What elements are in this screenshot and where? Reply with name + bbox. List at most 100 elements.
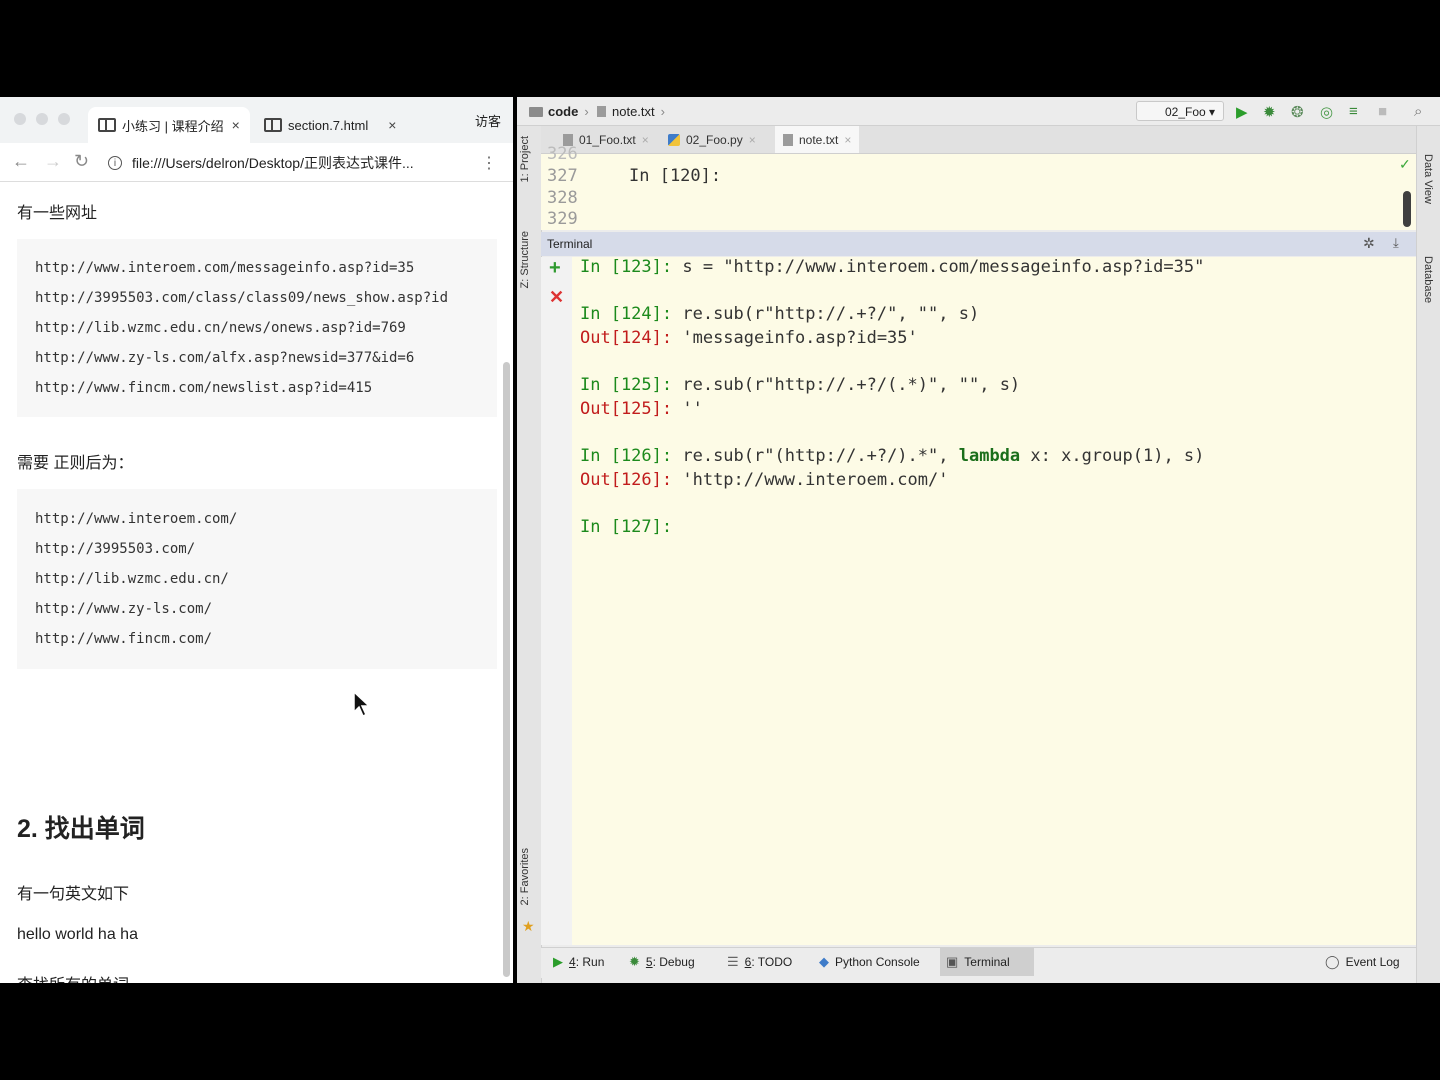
string-literal: r"http://.+?/(.*)" — [754, 375, 939, 395]
output-value: 'http://www.interoem.com/' — [672, 470, 949, 490]
tool-key: 4 — [569, 955, 576, 969]
tab-label: 小练习 | 课程介绍 — [122, 118, 224, 134]
code-text: re.sub( — [672, 375, 755, 395]
editor-tab-label: 02_Foo.py — [686, 132, 743, 147]
tab-close-icon[interactable]: × — [749, 133, 756, 147]
code-line: http://www.interoem.com/ — [35, 511, 238, 527]
concurrency-icon[interactable]: ≡ — [1349, 103, 1358, 120]
run-icon[interactable]: ▶ — [1236, 103, 1248, 121]
window-zoom-control[interactable] — [58, 113, 70, 125]
tab-close-button[interactable]: × — [232, 117, 240, 133]
tool-window-database[interactable]: Database — [1422, 256, 1434, 303]
bug-icon: ✹ — [629, 954, 640, 969]
breadcrumb-label: code — [548, 104, 579, 119]
reload-icon[interactable]: ↻ — [74, 151, 89, 172]
tab-close-button[interactable]: × — [388, 117, 396, 133]
run-icon: ▶ — [553, 954, 563, 969]
search-icon[interactable]: ⌕ — [1414, 103, 1422, 120]
url-code-block: http://www.interoem.com/messageinfo.asp?… — [17, 239, 497, 417]
breadcrumb-note[interactable]: note.txt › — [597, 104, 665, 119]
string-literal: "" — [958, 375, 980, 395]
forward-arrow-icon[interactable]: → — [44, 151, 62, 172]
todo-tool-button[interactable]: ☰ 6: TODO — [721, 948, 798, 976]
sentence-text: hello world ha ha — [17, 926, 138, 943]
editor-code-line: In [120]: — [629, 166, 722, 186]
star-icon: ★ — [522, 918, 535, 934]
tab-close-icon[interactable]: × — [844, 133, 851, 147]
coverage-icon[interactable]: ❂ — [1291, 103, 1304, 121]
out-prompt: Out[126]: — [580, 470, 673, 490]
tool-label: : Debug — [652, 955, 695, 969]
tool-label: Event Log — [1345, 955, 1400, 969]
editor-scrollbar[interactable] — [1403, 191, 1411, 227]
tool-label: : Run — [575, 955, 605, 969]
folder-icon — [529, 106, 543, 117]
text-file-icon — [783, 133, 793, 146]
window-close-control[interactable] — [14, 113, 26, 125]
code-line: http://3995503.com/ — [35, 541, 196, 557]
address-bar[interactable]: i file:///Users/delron/Desktop/正则表达式课件..… — [108, 153, 414, 173]
terminal-line: Out[125]: '' — [580, 399, 703, 419]
python-console-tool-button[interactable]: ◆ Python Console — [813, 948, 926, 976]
window-minimize-control[interactable] — [36, 113, 48, 125]
line-number: 327 — [547, 166, 578, 186]
event-log-button[interactable]: ◯ Event Log — [1319, 948, 1406, 976]
run-configuration-select[interactable]: 02_Foo ▾ — [1136, 101, 1224, 121]
code-text: s = — [672, 257, 724, 277]
breadcrumb-code[interactable]: code › — [529, 104, 589, 119]
tool-window-favorites[interactable]: 2: Favorites — [519, 848, 531, 905]
ide-window: code › note.txt › 02_Foo ▾ ▶ ✹ ❂ ◎ ≡ ■ ⌕… — [517, 97, 1440, 983]
back-arrow-icon[interactable]: ← — [12, 151, 30, 172]
in-prompt: In [124]: — [580, 304, 673, 324]
line-number: 326 — [547, 144, 578, 164]
terminal-output[interactable]: In [123]: s = "http://www.interoem.com/m… — [572, 257, 1416, 945]
kebab-menu-icon[interactable]: ⋮ — [481, 153, 497, 173]
tool-window-structure[interactable]: Z: Structure — [519, 231, 531, 288]
tool-key: 6 — [744, 955, 752, 969]
stop-icon[interactable]: ■ — [1378, 103, 1387, 120]
debug-bug-icon[interactable]: ✹ — [1263, 103, 1276, 121]
terminal-line: In [126]: re.sub(r"(http://.+?/).*", lam… — [580, 446, 1204, 466]
terminal-title: Terminal — [547, 237, 593, 251]
text-editor[interactable]: 326 327 328 329 In [120]: ✓ — [541, 144, 1416, 230]
code-text: re.sub( — [672, 304, 755, 324]
run-tool-button[interactable]: ▶ 4: Run — [547, 948, 610, 976]
debug-tool-button[interactable]: ✹ 5: Debug — [623, 948, 701, 976]
info-icon[interactable]: i — [108, 156, 122, 170]
code-text: , s) — [979, 375, 1021, 395]
todo-list-icon: ☰ — [727, 954, 739, 969]
tool-window-data-view[interactable]: Data View — [1422, 154, 1434, 204]
string-literal: "http://www.interoem.com/messageinfo.asp… — [723, 257, 1205, 277]
gear-icon[interactable]: ✲ — [1363, 235, 1375, 252]
left-tool-strip: 1: Project Z: Structure 2: Favorites ★ — [517, 126, 542, 983]
book-icon — [264, 118, 282, 132]
string-literal: r"(http://.+?/).*" — [754, 446, 939, 466]
in-prompt: In [123]: — [580, 257, 673, 277]
tool-window-project[interactable]: 1: Project — [519, 136, 531, 182]
browser-tab-section[interactable]: section.7.html × — [254, 107, 420, 143]
browser-tab-course[interactable]: 小练习 | 课程介绍 × — [88, 107, 250, 143]
hide-panel-icon[interactable]: ⤓ — [1393, 235, 1399, 251]
code-text: re.sub( — [672, 446, 755, 466]
navigation-bar: code › note.txt › 02_Foo ▾ ▶ ✹ ❂ ◎ ≡ ■ ⌕ — [517, 97, 1440, 126]
editor-tab-label: note.txt — [799, 132, 839, 147]
profile-icon[interactable]: ◎ — [1320, 103, 1333, 121]
guest-profile-button[interactable]: 访客 — [475, 111, 501, 130]
out-prompt: Out[125]: — [580, 399, 673, 419]
editor-tab-note[interactable]: note.txt × — [775, 126, 860, 153]
task-text: 查找所有的单词 — [17, 971, 129, 983]
terminal-tool-button[interactable]: ▣ Terminal — [940, 948, 1034, 976]
breadcrumb-label: note.txt — [612, 104, 655, 119]
tool-label: Terminal — [964, 955, 1010, 969]
right-tool-strip: Data View Database — [1416, 126, 1440, 983]
tab-close-icon[interactable]: × — [642, 133, 649, 147]
page-scrollbar[interactable] — [503, 362, 510, 977]
section-heading: 2. 找出单词 — [17, 815, 145, 843]
browser-tab-bar: 小练习 | 课程介绍 × section.7.html × 访客 — [0, 97, 513, 143]
python-icon: ◆ — [819, 954, 829, 969]
out-prompt: Out[124]: — [580, 328, 673, 348]
new-session-plus-icon[interactable]: + — [549, 257, 561, 280]
close-session-icon[interactable]: ✕ — [549, 287, 564, 308]
editor-tab-02-foo[interactable]: 02_Foo.py × — [660, 126, 764, 153]
page-content: 有一些网址 http://www.interoem.com/messageinf… — [0, 182, 513, 983]
